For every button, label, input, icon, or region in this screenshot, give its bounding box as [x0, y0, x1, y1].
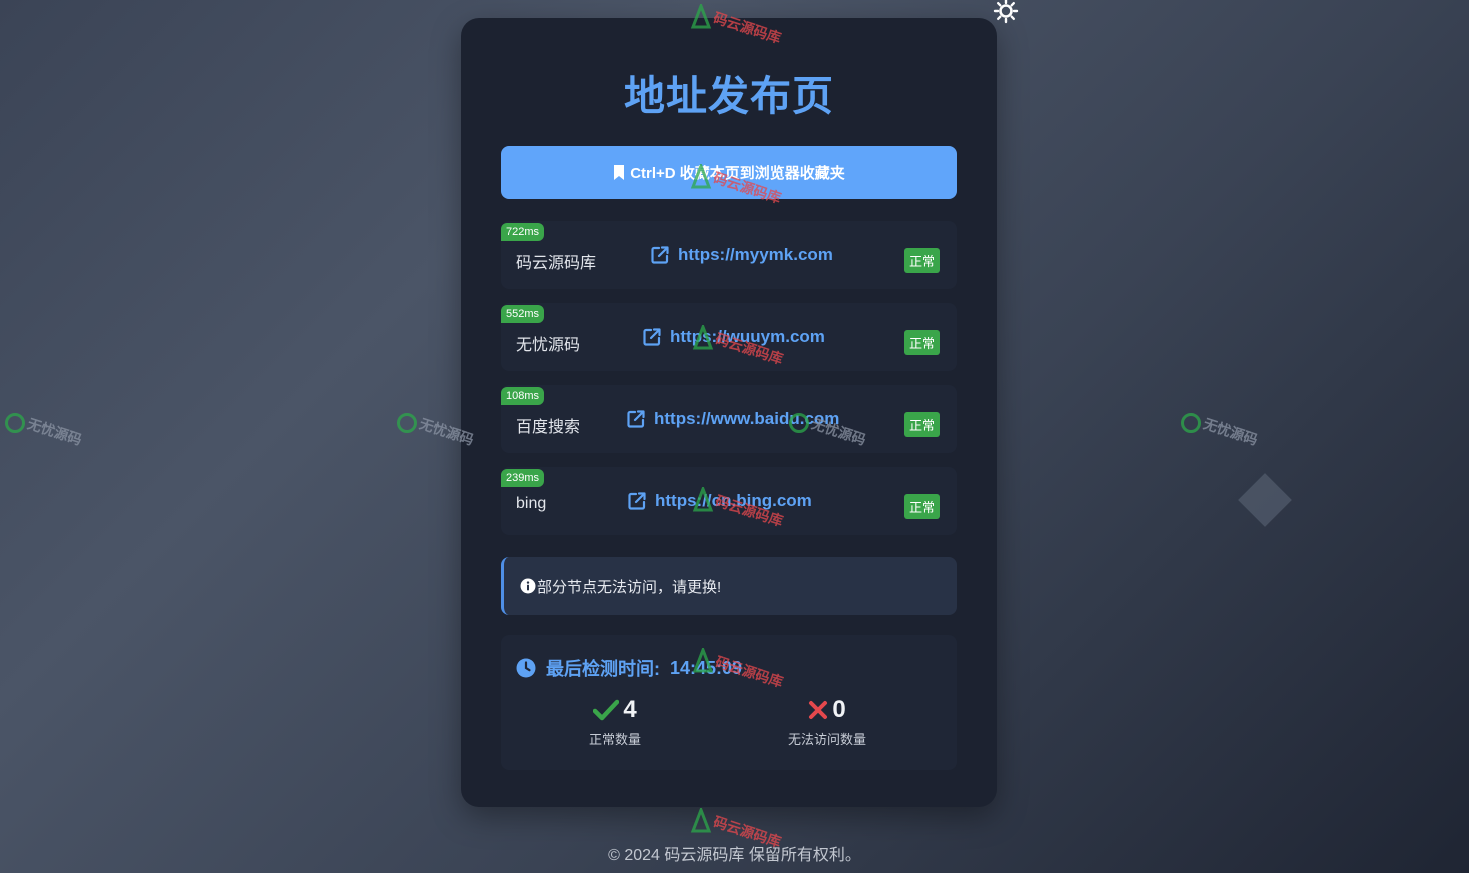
fail-count-value: 0: [832, 696, 846, 723]
theme-toggle-button[interactable]: [993, 0, 1019, 24]
latency-badge: 239ms: [501, 469, 545, 487]
status-badge: 正常: [903, 330, 940, 355]
page-title: 地址发布页: [624, 73, 834, 119]
site-link[interactable]: https://cn.bing.com: [627, 491, 812, 511]
site-url: https://www.baidu.com: [654, 409, 840, 428]
watermark-text: 无忧源码: [25, 415, 84, 448]
site-name: 码云源码库: [516, 255, 597, 272]
ok-count-label: 正常数量: [588, 732, 641, 747]
status-badge: 正常: [903, 494, 940, 519]
watermark-leaf-icon: [690, 808, 712, 833]
site-url: https://cn.bing.com: [655, 491, 812, 510]
site-url: https://wuuym.com: [670, 327, 825, 346]
status-badge: 正常: [903, 248, 940, 273]
bookmark-icon: [614, 165, 625, 180]
watermark-logo: 无忧源码: [4, 412, 84, 448]
notice-text: 部分节点无法访问，请更换!: [537, 578, 722, 596]
check-icon: [593, 699, 620, 721]
watermark-circle-icon: [5, 413, 25, 433]
status-badge: 正常: [903, 412, 940, 437]
check-time-label: 最后检测时间:: [546, 659, 660, 679]
link-row: 108ms 百度搜索 https://www.baidu.com 正常: [501, 385, 957, 453]
bookmark-button[interactable]: Ctrl+D 收藏本页到浏览器收藏夹: [501, 146, 957, 199]
check-time-value: 14:45:09: [670, 657, 743, 678]
bookmark-button-label: Ctrl+D 收藏本页到浏览器收藏夹: [630, 165, 845, 182]
site-name: 百度搜索: [516, 419, 581, 436]
link-row: 552ms 无忧源码 https://wuuym.com 正常: [501, 303, 957, 371]
latency-badge: 108ms: [501, 387, 545, 405]
fail-count-label: 无法访问数量: [787, 732, 866, 747]
fail-count-stat: 0 无法访问数量: [727, 695, 927, 748]
footer-copyright: © 2024 码云源码库 保留所有权利。: [608, 847, 861, 864]
site-url: https://myymk.com: [678, 245, 833, 264]
external-link-icon: [628, 492, 646, 510]
site-name: 无忧源码: [516, 337, 581, 354]
site-link[interactable]: https://myymk.com: [650, 245, 833, 265]
info-icon: [520, 578, 536, 594]
latency-badge: 552ms: [501, 305, 545, 323]
ok-count-stat: 4 正常数量: [515, 695, 715, 748]
watermark-logo: 码云源码库: [690, 808, 784, 850]
site-link[interactable]: https://wuuym.com: [642, 327, 825, 347]
decorative-diamond: [1238, 473, 1292, 527]
sun-icon: [993, 0, 1019, 24]
watermark-circle-icon: [1181, 413, 1201, 433]
watermark-logo: 无忧源码: [1180, 412, 1260, 448]
address-card: 地址发布页 Ctrl+D 收藏本页到浏览器收藏夹 722ms 码云源码库 htt…: [461, 18, 997, 807]
watermark-text: 无忧源码: [1201, 415, 1260, 448]
notice-banner: 部分节点无法访问，请更换!: [501, 557, 957, 615]
link-row: 722ms 码云源码库 https://myymk.com 正常: [501, 221, 957, 289]
site-name: bing: [516, 495, 547, 512]
stats-panel: 最后检测时间: 14:45:09 4 正常数量 0 无法访问数量: [501, 635, 957, 770]
external-link-icon: [651, 246, 669, 264]
ok-count-value: 4: [623, 696, 637, 723]
site-link[interactable]: https://www.baidu.com: [626, 409, 839, 429]
external-link-icon: [627, 410, 645, 428]
link-list: 722ms 码云源码库 https://myymk.com 正常 552ms 无…: [501, 221, 957, 549]
link-row: 239ms bing https://cn.bing.com 正常: [501, 467, 957, 535]
watermark-circle-icon: [397, 413, 417, 433]
latency-badge: 722ms: [501, 223, 545, 241]
clock-icon: [516, 658, 536, 678]
check-time: 最后检测时间: 14:45:09: [516, 655, 742, 681]
cross-icon: [809, 701, 828, 719]
external-link-icon: [643, 328, 661, 346]
